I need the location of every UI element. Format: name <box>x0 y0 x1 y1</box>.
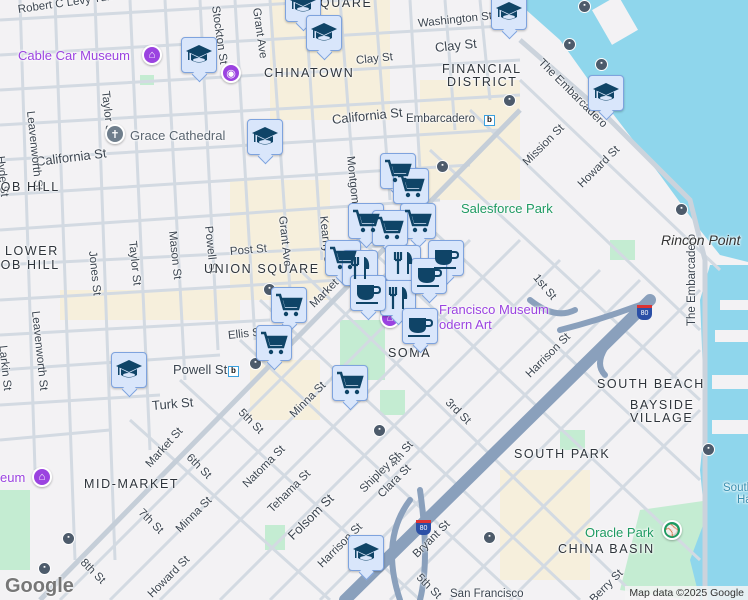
shopping-marker[interactable] <box>372 210 408 246</box>
shopping-marker[interactable] <box>271 287 307 323</box>
coffee-marker[interactable] <box>402 308 438 344</box>
ferry-icon[interactable]: ▪ <box>563 38 576 51</box>
shopping-cart-icon <box>260 330 288 356</box>
graduation-cap-icon <box>289 0 317 17</box>
bart-icon[interactable]: b <box>484 115 495 126</box>
shopping-marker[interactable] <box>400 203 436 239</box>
education-marker[interactable] <box>111 352 147 388</box>
poi-label[interactable]: eum <box>0 470 25 485</box>
coffee-marker[interactable] <box>411 258 447 294</box>
camera-icon[interactable]: ◉ <box>221 63 241 83</box>
transit-icon[interactable]: ▪ <box>436 160 449 173</box>
education-marker[interactable] <box>348 535 384 571</box>
fork-knife-icon <box>346 255 374 281</box>
map-canvas[interactable]: Robert C Levy Tunnel Stockton St Grant A… <box>0 0 748 600</box>
district-label: BAYSIDE <box>630 398 695 412</box>
education-marker[interactable] <box>491 0 527 30</box>
museum-icon[interactable]: ⌂ <box>32 467 52 487</box>
shopping-cart-icon <box>404 208 432 234</box>
education-marker[interactable] <box>306 15 342 51</box>
google-logo[interactable]: Google <box>5 575 74 598</box>
poi-label[interactable]: Grace Cathedral <box>130 128 225 143</box>
poi-label[interactable]: Salesforce Park <box>461 201 553 216</box>
street-label: San Francisco <box>450 588 524 600</box>
transit-icon[interactable]: ▪ <box>38 562 51 575</box>
education-marker[interactable] <box>181 37 217 73</box>
district-label: UNION SQUARE <box>204 262 320 276</box>
shopping-cart-icon <box>336 370 364 396</box>
poi-label[interactable]: Cable Car Museum <box>18 48 130 63</box>
graduation-cap-icon <box>352 540 380 566</box>
coffee-cup-icon <box>354 280 382 306</box>
ferry-icon[interactable]: ▪ <box>595 58 608 71</box>
stadium-icon[interactable]: ⚾ <box>662 520 682 540</box>
graduation-cap-icon <box>185 42 213 68</box>
map-attribution[interactable]: Map data ©2025 Google <box>625 586 748 600</box>
graduation-cap-icon <box>115 357 143 383</box>
fork-knife-icon <box>389 250 417 276</box>
graduation-cap-icon <box>495 0 523 25</box>
district-label: CHINA BASIN <box>558 542 655 556</box>
district-label: CHINATOWN <box>264 66 355 80</box>
district-label: SOUTH PARK <box>514 447 611 461</box>
shopping-marker[interactable] <box>256 325 292 361</box>
fork-knife-icon <box>384 285 412 311</box>
district-label: SOUTH BEACH <box>597 377 705 391</box>
district-label: LOWER <box>5 244 59 258</box>
district-label: MID-MARKET <box>84 477 180 491</box>
church-icon[interactable]: ✝ <box>105 124 125 144</box>
transit-icon[interactable]: ▪ <box>62 532 75 545</box>
coffee-cup-icon <box>415 263 443 289</box>
interstate-80-shield: 80 <box>416 520 431 535</box>
street-label: Embarcadero <box>406 113 476 125</box>
coffee-cup-icon <box>406 313 434 339</box>
restaurant-marker[interactable] <box>380 280 416 316</box>
coffee-marker[interactable] <box>350 275 386 311</box>
transit-icon[interactable]: ▪ <box>373 424 386 437</box>
ferry-icon[interactable]: ▪ <box>702 443 715 456</box>
water-label: Ha <box>737 494 748 506</box>
water-label: South <box>723 482 748 494</box>
district-label: FINANCIAL <box>442 62 522 76</box>
district-label: NOB HILL <box>0 180 60 194</box>
ferry-icon[interactable]: ▪ <box>578 0 591 13</box>
shopping-cart-icon <box>397 173 425 199</box>
education-marker[interactable] <box>247 119 283 155</box>
transit-icon[interactable]: ▪ <box>675 203 688 216</box>
transit-icon[interactable]: ▪ <box>483 531 496 544</box>
interstate-80-shield: 80 <box>637 305 652 320</box>
poi-label[interactable]: Oracle Park <box>585 525 654 540</box>
shopping-cart-icon <box>376 215 404 241</box>
district-label: DISTRICT <box>447 75 518 89</box>
graduation-cap-icon <box>310 20 338 46</box>
district-label: Rincon Point <box>661 232 741 248</box>
street-label: Powell St <box>173 362 228 377</box>
transit-icon[interactable]: ▪ <box>503 94 516 107</box>
district-label: VILLAGE <box>630 411 694 425</box>
museum-icon[interactable]: ⌂ <box>142 45 162 65</box>
district-label: NOB HILL <box>0 258 60 272</box>
graduation-cap-icon <box>592 80 620 106</box>
graduation-cap-icon <box>251 124 279 150</box>
poi-label[interactable]: Francisco Museum <box>439 302 549 317</box>
education-marker[interactable] <box>588 75 624 111</box>
shopping-cart-icon <box>275 292 303 318</box>
poi-label[interactable]: odern Art <box>439 317 492 332</box>
shopping-marker[interactable] <box>393 168 429 204</box>
bart-icon[interactable]: b <box>228 366 239 377</box>
shopping-marker[interactable] <box>332 365 368 401</box>
